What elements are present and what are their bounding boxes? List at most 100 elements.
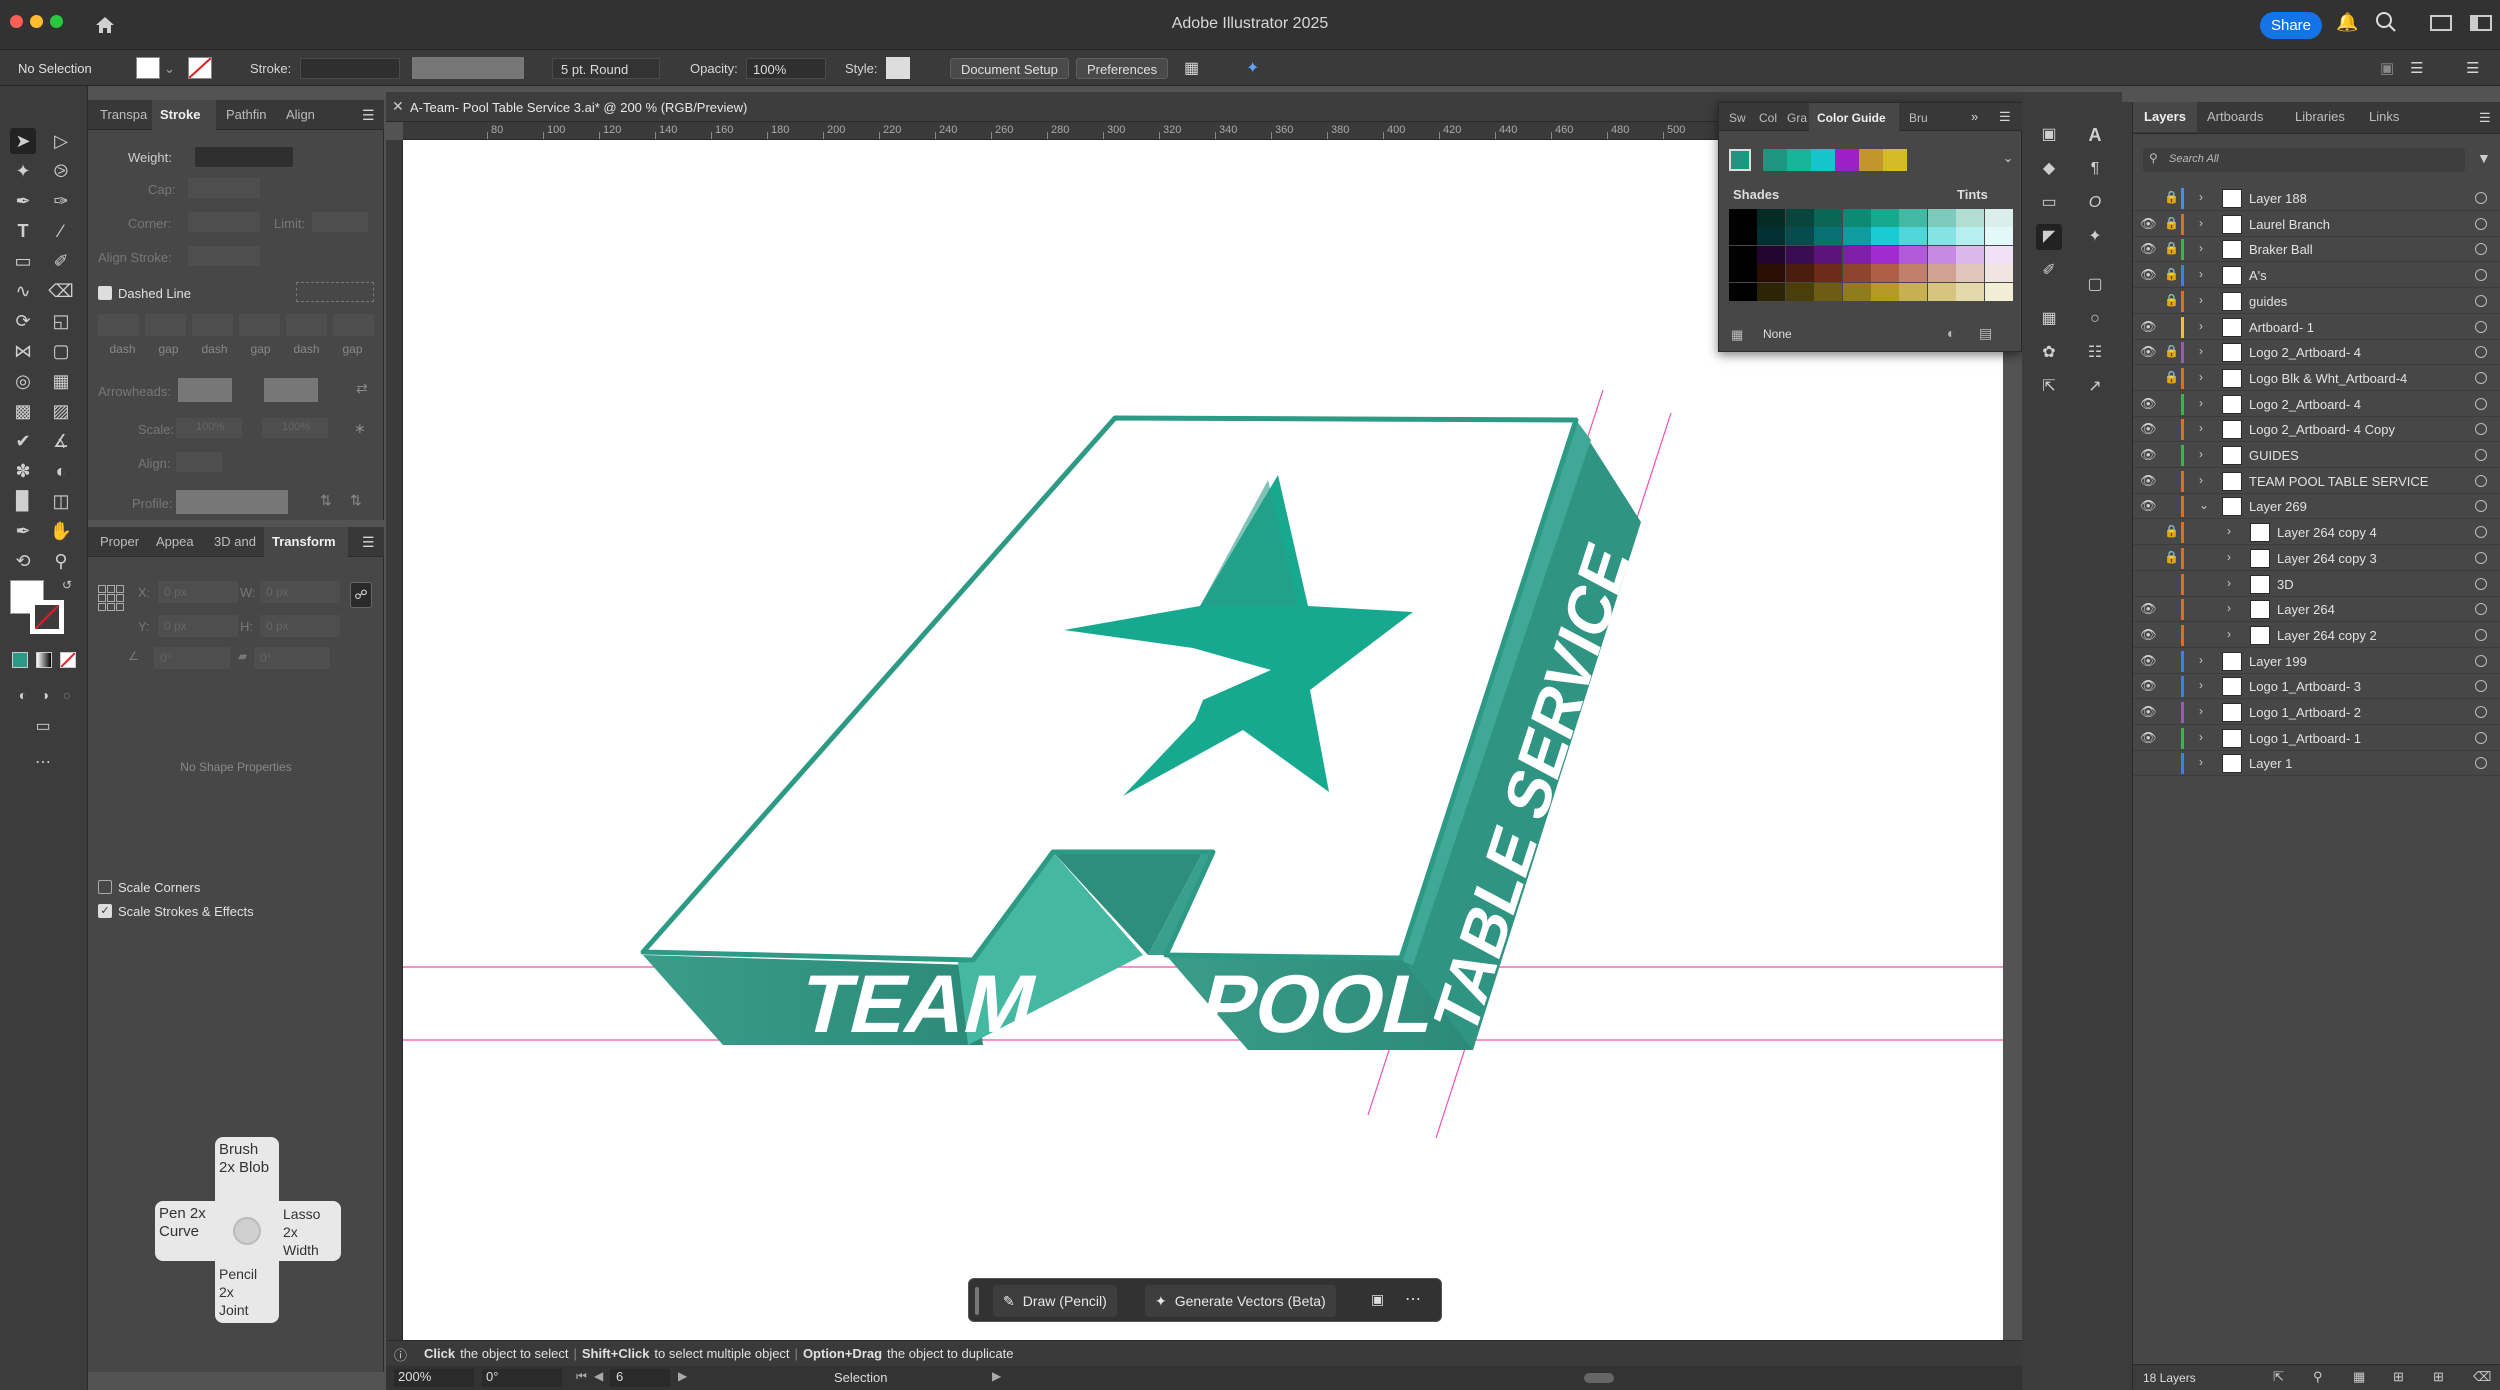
harmony-color-swatch[interactable] bbox=[1835, 149, 1859, 171]
color-variations-grid[interactable] bbox=[1729, 209, 2013, 301]
curvature-tool-icon[interactable]: ✑ bbox=[48, 188, 74, 214]
color-variation-swatch[interactable] bbox=[1842, 245, 1871, 264]
color-variation-swatch[interactable] bbox=[1956, 282, 1985, 301]
eraser-tool-icon[interactable]: ⌫ bbox=[48, 278, 74, 304]
slice-tool-icon[interactable]: ✒ bbox=[10, 518, 36, 544]
tab-pathfinder[interactable]: Pathfin bbox=[218, 100, 276, 130]
color-variation-swatch[interactable] bbox=[1814, 209, 1843, 227]
layer-row[interactable]: 👁 ⌄ Layer 269 bbox=[2133, 494, 2500, 520]
layer-row[interactable]: › Layer 1 bbox=[2133, 751, 2500, 777]
artboard-number-field[interactable]: 6 bbox=[610, 1369, 670, 1387]
magic-wand-tool-icon[interactable]: ✦ bbox=[10, 158, 36, 184]
chevron-right-icon[interactable]: › bbox=[2199, 267, 2203, 281]
chevron-right-icon[interactable]: › bbox=[2199, 678, 2203, 692]
layer-target-icon[interactable] bbox=[2475, 192, 2487, 204]
harmony-color-swatch[interactable] bbox=[1811, 149, 1835, 171]
layer-target-icon[interactable] bbox=[2475, 449, 2487, 461]
chevron-right-icon[interactable]: › bbox=[2199, 344, 2203, 358]
color-variation-swatch[interactable] bbox=[1927, 245, 1956, 264]
export-panel-icon[interactable]: ⇱ bbox=[2036, 374, 2062, 400]
align-to-icon[interactable]: ▦ bbox=[1184, 58, 1199, 79]
align-stroke-buttons[interactable] bbox=[188, 246, 260, 266]
notification-bell-icon[interactable]: 🔔 bbox=[2336, 12, 2358, 33]
profile-dropdown[interactable] bbox=[176, 490, 288, 514]
fill-dropdown-chevron-icon[interactable]: ⌄ bbox=[164, 58, 175, 79]
generate-vectors-button[interactable]: ✦ Generate Vectors (Beta) bbox=[1145, 1285, 1336, 1317]
layer-name[interactable]: Logo 1_Artboard- 2 bbox=[2249, 705, 2361, 720]
layer-target-icon[interactable] bbox=[2475, 320, 2487, 333]
chevron-right-icon[interactable]: › bbox=[2199, 704, 2203, 718]
shape-builder-tool-icon[interactable]: ◎ bbox=[10, 368, 36, 394]
dashed-line-checkbox[interactable] bbox=[98, 286, 112, 300]
layer-target-icon[interactable] bbox=[2475, 731, 2487, 744]
color-mode-button[interactable] bbox=[12, 652, 28, 668]
layer-row[interactable]: 👁 › Logo 1_Artboard- 2 bbox=[2133, 700, 2500, 725]
end-arrowhead-dropdown[interactable] bbox=[264, 378, 318, 402]
previous-artboard-icon[interactable]: ◀ bbox=[594, 1369, 603, 1383]
layer-row[interactable]: 🔒 › Layer 188 bbox=[2133, 186, 2500, 211]
y-field[interactable]: 0 px bbox=[158, 615, 238, 637]
harmony-color-swatch[interactable] bbox=[1859, 149, 1883, 171]
lock-icon[interactable]: 🔒 bbox=[2164, 241, 2179, 255]
next-artboard-icon[interactable]: ▶ bbox=[678, 1369, 687, 1383]
chevron-right-icon[interactable]: › bbox=[2227, 524, 2231, 538]
visibility-eye-icon[interactable]: 👁 bbox=[2140, 319, 2157, 335]
color-variation-swatch[interactable] bbox=[1814, 227, 1843, 246]
links-panel-icon[interactable]: ↗ bbox=[2082, 374, 2108, 400]
chevron-down-icon[interactable]: ⌄ bbox=[2199, 498, 2209, 512]
visibility-eye-icon[interactable]: 👁 bbox=[2140, 498, 2157, 514]
layer-name[interactable]: Logo Blk & Wht_Artboard-4 bbox=[2249, 371, 2407, 386]
opacity-field[interactable]: 100% bbox=[746, 58, 826, 79]
graphic-style-swatch[interactable] bbox=[886, 57, 910, 79]
color-variation-swatch[interactable] bbox=[1984, 227, 2013, 246]
layer-name[interactable]: Layer 264 copy 4 bbox=[2277, 525, 2377, 540]
visibility-eye-icon[interactable]: 👁 bbox=[2140, 473, 2157, 489]
none-mode-button[interactable] bbox=[60, 652, 76, 668]
color-variation-swatch[interactable] bbox=[1814, 245, 1843, 264]
column-graph-tool-icon[interactable]: ▉ bbox=[10, 488, 36, 514]
color-variation-swatch[interactable] bbox=[1814, 282, 1843, 301]
base-color-swatch[interactable] bbox=[1729, 149, 1751, 171]
layer-name[interactable]: Layer 199 bbox=[2249, 654, 2307, 669]
lock-icon[interactable]: 🔒 bbox=[2164, 190, 2179, 204]
assets-icon[interactable]: ◆ bbox=[2036, 156, 2062, 182]
tab-align[interactable]: Align bbox=[278, 100, 332, 130]
layer-target-icon[interactable] bbox=[2475, 603, 2487, 616]
search-icon[interactable] bbox=[2374, 10, 2398, 34]
layer-target-icon[interactable] bbox=[2475, 706, 2487, 718]
lock-icon[interactable]: 🔒 bbox=[2164, 344, 2179, 358]
rotate-view-tool-icon[interactable]: ⟲ bbox=[10, 548, 36, 574]
team-text[interactable]: TEAM bbox=[791, 958, 1046, 1050]
color-variation-swatch[interactable] bbox=[1842, 209, 1871, 227]
layer-name[interactable]: Logo 1_Artboard- 3 bbox=[2249, 679, 2361, 694]
lock-icon[interactable]: 🔒 bbox=[2164, 524, 2179, 538]
color-variation-swatch[interactable] bbox=[1842, 264, 1871, 283]
touch-pencil-button[interactable]: Pencil 2x Joint bbox=[215, 1261, 279, 1323]
help-icon[interactable]: ⓘ bbox=[394, 1345, 407, 1364]
layers-search-input[interactable]: ⚲ Search All bbox=[2143, 148, 2465, 172]
tab-artboards[interactable]: Artboards bbox=[2199, 102, 2285, 132]
w-field[interactable]: 0 px bbox=[260, 581, 340, 603]
layer-target-icon[interactable] bbox=[2475, 346, 2487, 359]
rotation-dropdown[interactable]: 0° bbox=[482, 1369, 562, 1387]
first-artboard-icon[interactable]: ⏮ bbox=[576, 1369, 587, 1384]
layer-target-icon[interactable] bbox=[2475, 294, 2487, 307]
tab-appearance[interactable]: Appea bbox=[148, 527, 204, 557]
visibility-eye-icon[interactable]: 👁 bbox=[2140, 447, 2157, 463]
document-tab-title[interactable]: A-Team- Pool Table Service 3.ai* @ 200 %… bbox=[410, 100, 747, 115]
appearance-panel-icon[interactable]: ○ bbox=[2082, 306, 2108, 332]
layer-target-icon[interactable] bbox=[2475, 500, 2487, 513]
layer-target-icon[interactable] bbox=[2475, 628, 2487, 641]
layer-target-icon[interactable] bbox=[2475, 397, 2487, 410]
taskbar-drag-handle[interactable] bbox=[975, 1287, 979, 1315]
layer-name[interactable]: Laurel Branch bbox=[2249, 217, 2330, 232]
layer-row[interactable]: 👁 🔒 › A's bbox=[2133, 263, 2500, 289]
harmony-color-swatch[interactable] bbox=[1787, 149, 1811, 171]
rectangle-tool-icon[interactable]: ▭ bbox=[10, 248, 36, 274]
free-transform-tool-icon[interactable]: ▢ bbox=[48, 338, 74, 364]
status-menu-icon[interactable]: ▶ bbox=[992, 1369, 1001, 1383]
visibility-eye-icon[interactable]: 👁 bbox=[2140, 241, 2157, 257]
lock-icon[interactable]: 🔒 bbox=[2164, 267, 2179, 281]
draw-inside-icon[interactable]: ○ bbox=[54, 682, 80, 708]
rotate-field[interactable]: 0° bbox=[154, 647, 230, 669]
